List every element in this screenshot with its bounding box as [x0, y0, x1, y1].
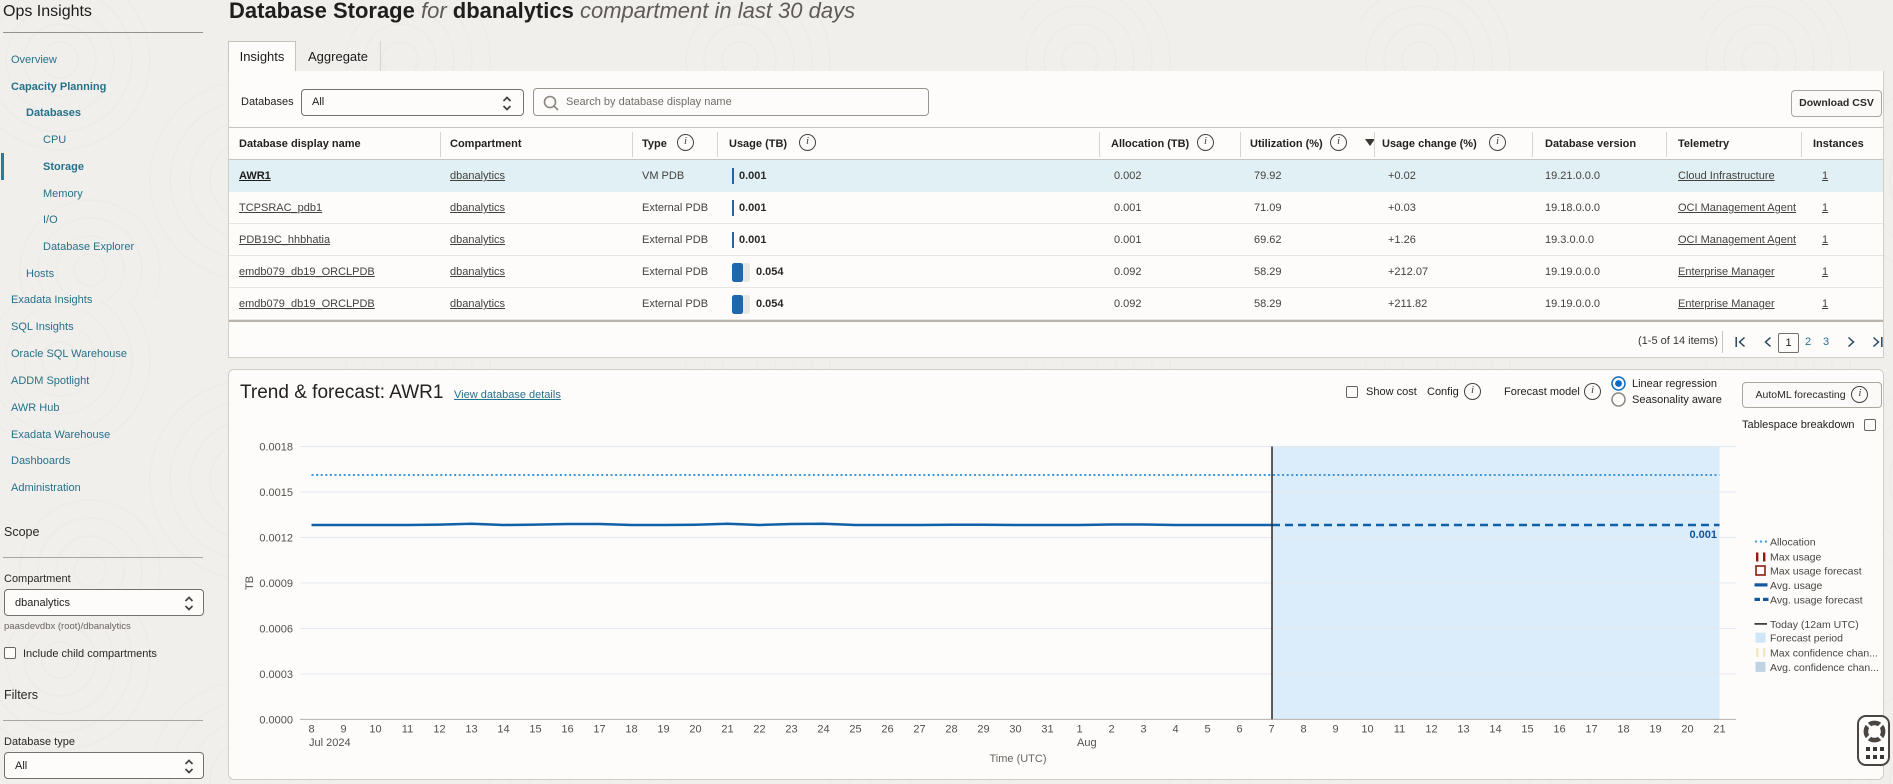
svg-text:14: 14	[497, 724, 509, 736]
svg-text:10: 10	[1361, 724, 1373, 736]
svg-text:0.0000: 0.0000	[259, 714, 293, 726]
svg-text:19: 19	[657, 724, 669, 736]
svg-text:13: 13	[465, 724, 477, 736]
svg-text:Max confidence chan...: Max confidence chan...	[1770, 647, 1878, 659]
svg-text:17: 17	[1585, 724, 1597, 736]
svg-text:11: 11	[402, 724, 413, 736]
svg-text:27: 27	[913, 724, 925, 736]
svg-text:15: 15	[1521, 724, 1533, 736]
svg-text:9: 9	[1332, 724, 1338, 736]
svg-text:14: 14	[1489, 724, 1501, 736]
svg-text:1: 1	[1076, 724, 1082, 736]
svg-text:16: 16	[1553, 724, 1565, 736]
svg-text:21: 21	[721, 724, 733, 736]
svg-text:17: 17	[593, 724, 605, 736]
svg-text:0.0015: 0.0015	[259, 487, 293, 499]
svg-text:28: 28	[945, 724, 957, 736]
svg-text:11: 11	[1394, 724, 1405, 736]
svg-text:10: 10	[369, 724, 381, 736]
svg-text:8: 8	[1300, 724, 1306, 736]
svg-text:20: 20	[689, 724, 701, 736]
svg-text:7: 7	[1268, 724, 1274, 736]
svg-text:Max usage: Max usage	[1770, 552, 1822, 564]
svg-text:Forecast period: Forecast period	[1770, 633, 1843, 645]
svg-text:Avg. confidence chan...: Avg. confidence chan...	[1770, 662, 1879, 674]
svg-text:Max usage forecast: Max usage forecast	[1770, 566, 1862, 578]
svg-text:22: 22	[753, 724, 765, 736]
svg-text:Avg. usage forecast: Avg. usage forecast	[1770, 594, 1863, 606]
svg-text:12: 12	[433, 724, 445, 736]
svg-text:0.0003: 0.0003	[259, 669, 293, 681]
svg-text:0.0012: 0.0012	[259, 533, 293, 545]
svg-text:Time (UTC): Time (UTC)	[989, 753, 1046, 765]
svg-text:Jul 2024: Jul 2024	[309, 737, 351, 749]
svg-text:0.001: 0.001	[1689, 529, 1717, 541]
svg-text:15: 15	[529, 724, 541, 736]
svg-text:31: 31	[1041, 724, 1053, 736]
svg-text:3: 3	[1140, 724, 1146, 736]
svg-text:Allocation: Allocation	[1770, 537, 1816, 549]
svg-text:12: 12	[1425, 724, 1437, 736]
svg-text:30: 30	[1009, 724, 1021, 736]
svg-text:18: 18	[625, 724, 637, 736]
svg-text:23: 23	[785, 724, 797, 736]
svg-text:0.0009: 0.0009	[259, 578, 293, 590]
svg-text:18: 18	[1617, 724, 1629, 736]
svg-text:Today (12am UTC): Today (12am UTC)	[1770, 619, 1859, 631]
svg-text:4: 4	[1172, 724, 1178, 736]
svg-text:19: 19	[1649, 724, 1661, 736]
svg-text:26: 26	[881, 724, 893, 736]
svg-text:0.0018: 0.0018	[259, 442, 293, 454]
svg-text:29: 29	[977, 724, 989, 736]
svg-text:9: 9	[340, 724, 346, 736]
svg-text:0.0006: 0.0006	[259, 624, 293, 636]
svg-text:5: 5	[1204, 724, 1210, 736]
svg-text:Aug: Aug	[1077, 737, 1097, 749]
svg-text:TB: TB	[244, 576, 256, 590]
svg-text:2: 2	[1108, 724, 1114, 736]
svg-text:8: 8	[308, 724, 314, 736]
svg-text:21: 21	[1713, 724, 1725, 736]
svg-text:13: 13	[1457, 724, 1469, 736]
svg-text:25: 25	[849, 724, 861, 736]
svg-text:6: 6	[1236, 724, 1242, 736]
svg-text:16: 16	[561, 724, 573, 736]
svg-text:24: 24	[817, 724, 829, 736]
svg-text:20: 20	[1681, 724, 1693, 736]
svg-text:Avg. usage: Avg. usage	[1770, 580, 1823, 592]
